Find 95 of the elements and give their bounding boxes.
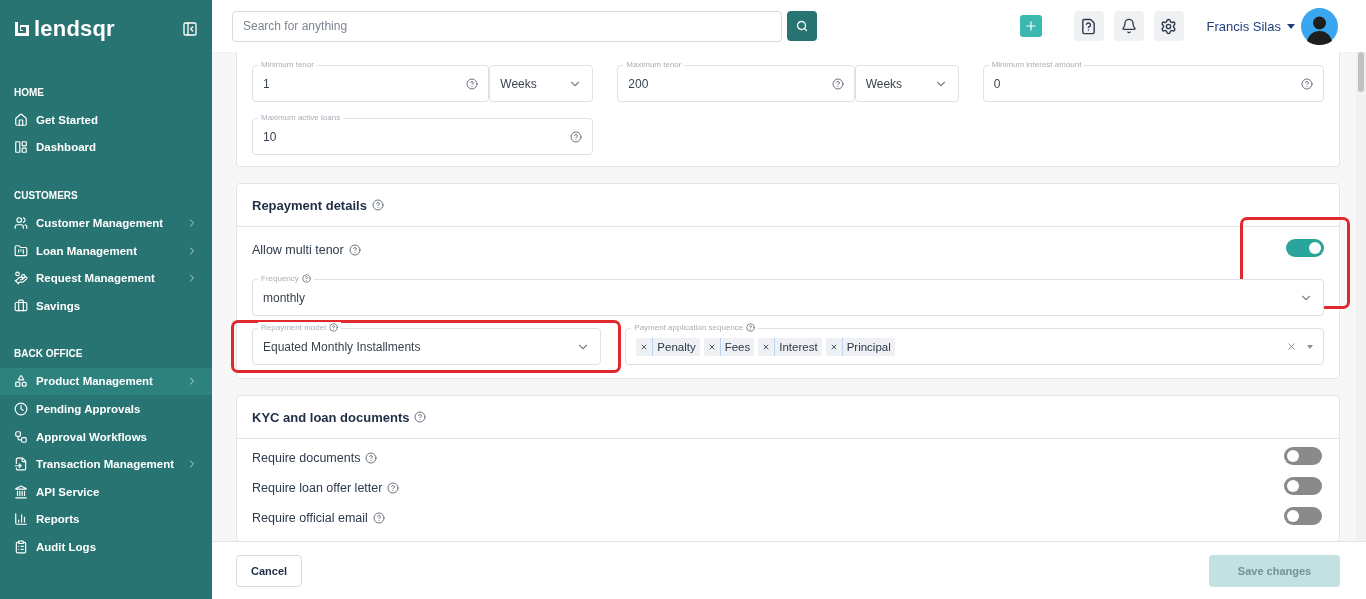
search-icon [796, 20, 808, 32]
toggle-switch[interactable] [1284, 447, 1322, 465]
field-value: monthly [263, 290, 307, 305]
layout-icon [14, 140, 28, 155]
field-label: Minimum tenor [258, 59, 317, 70]
nav-item[interactable]: Transaction Management [0, 450, 212, 478]
nav-item[interactable]: Audit Logs [0, 533, 212, 561]
settings-button[interactable] [1153, 11, 1184, 41]
help-icon [301, 274, 311, 283]
nav-item[interactable]: Dashboard [0, 133, 212, 162]
section-heading: BACK OFFICE [13, 347, 84, 362]
nav-item[interactable]: API Service [0, 477, 212, 506]
help-icon [387, 482, 400, 494]
unit-dropdown[interactable]: Weeks [854, 65, 959, 102]
help-icon [1301, 77, 1313, 90]
bell-icon [1120, 18, 1137, 34]
tag-chip[interactable]: Principal [825, 337, 895, 356]
field-value: 10 [263, 129, 278, 144]
chart-icon [14, 512, 28, 527]
tag-chip[interactable]: Fees [703, 337, 755, 356]
briefcase-icon [14, 298, 28, 313]
plus-icon [1023, 19, 1038, 33]
tag-chip[interactable]: Penalty [636, 337, 700, 356]
toggle-switch[interactable] [1284, 477, 1322, 495]
card-title: KYC and loan documents [252, 409, 410, 425]
help-icon [466, 77, 479, 90]
user-menu[interactable]: Francis Silas [1206, 7, 1338, 45]
setting-label: Require documents [252, 451, 361, 465]
field-label: Maximum active loans [258, 112, 344, 123]
scrollbar[interactable] [1356, 52, 1366, 541]
field-value: 200 [628, 76, 650, 91]
help-icon [831, 77, 844, 90]
field-value: Equated Monthly Installments [263, 339, 422, 354]
field-label: Frequency [258, 273, 314, 284]
search-field[interactable]: Search for anything [232, 10, 782, 42]
clipboard-icon [14, 539, 28, 554]
setting-label: Require loan offer letter [252, 481, 383, 495]
setting-label: Allow multi tenor [252, 243, 344, 257]
nav-item[interactable]: Product Management [0, 367, 212, 396]
help-icon [348, 244, 361, 256]
field-label: Repayment model [258, 322, 341, 333]
field-label: Maximum tenor [623, 59, 685, 70]
help-icon [371, 199, 384, 211]
nav-item[interactable]: Customer Management [0, 209, 212, 237]
nav-item[interactable]: Request Management [0, 264, 212, 292]
settings-icon [1160, 17, 1178, 35]
folder-icon [14, 243, 28, 258]
nav-item[interactable]: Pending Approvals [0, 395, 212, 423]
caret-icon [1287, 23, 1295, 29]
notifications-button[interactable] [1113, 11, 1144, 41]
field-label: Payment application sequence [631, 322, 759, 333]
brand-name: lendsqr [34, 16, 115, 42]
search-button[interactable] [787, 11, 817, 41]
unit-dropdown[interactable]: Weeks [489, 65, 594, 102]
field-label: Minimum interest amount [988, 59, 1085, 70]
hand-coins-icon [14, 271, 28, 286]
card-title: Repayment details [252, 197, 367, 213]
file-icon [14, 457, 28, 472]
nav-item[interactable]: Get Started [0, 106, 212, 134]
nav-item[interactable]: Approval Workflows [0, 422, 212, 451]
nav-item[interactable]: Loan Management [0, 236, 212, 265]
shapes-icon [14, 374, 28, 389]
help-icon [372, 512, 385, 524]
remove-icon[interactable] [640, 342, 649, 351]
logo-icon [14, 21, 30, 37]
field-value: 0 [993, 76, 1002, 91]
section-heading: CUSTOMERS [13, 188, 79, 203]
caret-icon [1307, 344, 1313, 349]
users-icon [14, 216, 28, 230]
clear-icon[interactable] [1286, 341, 1297, 352]
help-icon [414, 411, 427, 423]
nav-item[interactable]: Reports [0, 505, 212, 534]
clock-icon [14, 401, 28, 416]
help-button[interactable] [1073, 11, 1104, 41]
collapse-sidebar-icon[interactable] [182, 21, 198, 37]
remove-icon[interactable] [707, 342, 716, 351]
toggle-switch[interactable] [1286, 239, 1324, 257]
help-icon [570, 130, 583, 143]
home-icon [14, 112, 28, 127]
remove-icon[interactable] [762, 342, 771, 351]
help-icon [365, 452, 378, 464]
help-icon [328, 323, 338, 332]
cancel-button[interactable]: Cancel [236, 554, 303, 587]
avatar [1301, 7, 1338, 45]
help-icon [746, 323, 756, 332]
field-value: 1 [263, 76, 271, 91]
nav-item[interactable]: Savings [0, 291, 212, 320]
toggle-switch[interactable] [1284, 507, 1322, 525]
help-icon [1080, 17, 1098, 35]
tag-chip[interactable]: Interest [758, 337, 822, 356]
setting-label: Require official email [252, 511, 368, 525]
section-heading: HOME [13, 85, 45, 100]
workflow-icon [14, 429, 28, 444]
remove-icon[interactable] [829, 342, 838, 351]
bank-icon [14, 484, 28, 499]
